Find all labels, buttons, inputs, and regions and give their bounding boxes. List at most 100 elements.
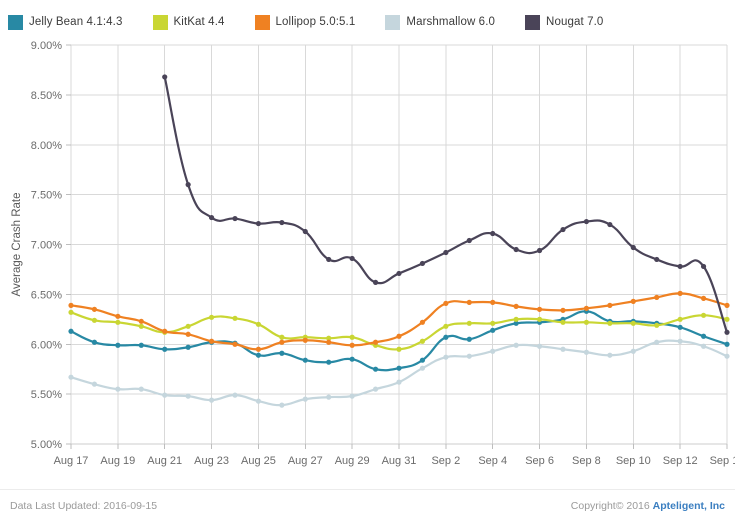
series-data-point[interactable] xyxy=(467,321,472,326)
series-data-point[interactable] xyxy=(279,403,284,408)
series-data-point[interactable] xyxy=(396,271,401,276)
series-data-point[interactable] xyxy=(607,303,612,308)
legend-item-3[interactable]: Marshmallow 6.0 xyxy=(385,15,495,30)
legend-item-4[interactable]: Nougat 7.0 xyxy=(525,15,603,30)
series-data-point[interactable] xyxy=(678,264,683,269)
series-data-point[interactable] xyxy=(396,380,401,385)
series-data-point[interactable] xyxy=(232,316,237,321)
series-data-point[interactable] xyxy=(209,398,214,403)
series-data-point[interactable] xyxy=(115,387,120,392)
series-data-point[interactable] xyxy=(537,248,542,253)
series-data-point[interactable] xyxy=(326,340,331,345)
series-data-point[interactable] xyxy=(678,291,683,296)
series-data-point[interactable] xyxy=(396,334,401,339)
series-data-point[interactable] xyxy=(631,245,636,250)
series-data-point[interactable] xyxy=(467,337,472,342)
series-data-point[interactable] xyxy=(701,313,706,318)
series-data-point[interactable] xyxy=(232,393,237,398)
series-data-point[interactable] xyxy=(443,324,448,329)
series-data-point[interactable] xyxy=(92,318,97,323)
series-data-point[interactable] xyxy=(186,324,191,329)
series-data-point[interactable] xyxy=(303,397,308,402)
series-data-point[interactable] xyxy=(420,261,425,266)
series-data-point[interactable] xyxy=(186,394,191,399)
line-chart[interactable]: 5.00%5.50%6.00%6.50%7.00%7.50%8.00%8.50%… xyxy=(0,34,735,489)
series-data-point[interactable] xyxy=(186,182,191,187)
series-data-point[interactable] xyxy=(162,347,167,352)
series-data-point[interactable] xyxy=(350,335,355,340)
series-data-point[interactable] xyxy=(326,395,331,400)
series-data-point[interactable] xyxy=(115,320,120,325)
series-data-point[interactable] xyxy=(115,314,120,319)
series-data-point[interactable] xyxy=(209,339,214,344)
series-data-point[interactable] xyxy=(701,264,706,269)
series-data-point[interactable] xyxy=(139,343,144,348)
series-data-point[interactable] xyxy=(139,324,144,329)
series-data-point[interactable] xyxy=(256,353,261,358)
series-data-point[interactable] xyxy=(373,340,378,345)
series-data-point[interactable] xyxy=(560,308,565,313)
legend-item-1[interactable]: KitKat 4.4 xyxy=(153,15,225,30)
series-data-point[interactable] xyxy=(256,347,261,352)
series-data-point[interactable] xyxy=(232,216,237,221)
series-data-point[interactable] xyxy=(443,355,448,360)
series-data-point[interactable] xyxy=(92,382,97,387)
series-data-point[interactable] xyxy=(139,387,144,392)
series-data-point[interactable] xyxy=(279,335,284,340)
series-data-point[interactable] xyxy=(420,320,425,325)
series-data-point[interactable] xyxy=(68,329,73,334)
series-data-point[interactable] xyxy=(443,250,448,255)
series-data-point[interactable] xyxy=(584,350,589,355)
series-data-point[interactable] xyxy=(139,319,144,324)
series-data-point[interactable] xyxy=(584,320,589,325)
series-data-point[interactable] xyxy=(420,339,425,344)
series-data-point[interactable] xyxy=(396,347,401,352)
series-data-point[interactable] xyxy=(68,375,73,380)
series-data-point[interactable] xyxy=(654,340,659,345)
series-data-point[interactable] xyxy=(373,280,378,285)
series-data-point[interactable] xyxy=(68,310,73,315)
series-data-point[interactable] xyxy=(607,321,612,326)
series-data-point[interactable] xyxy=(631,299,636,304)
series-data-point[interactable] xyxy=(490,300,495,305)
series-data-point[interactable] xyxy=(303,229,308,234)
series-data-point[interactable] xyxy=(584,306,589,311)
series-data-point[interactable] xyxy=(303,338,308,343)
series-data-point[interactable] xyxy=(443,335,448,340)
series-data-point[interactable] xyxy=(350,256,355,261)
series-data-point[interactable] xyxy=(443,301,448,306)
series-data-point[interactable] xyxy=(279,351,284,356)
series-data-point[interactable] xyxy=(678,325,683,330)
series-data-point[interactable] xyxy=(326,257,331,262)
series-data-point[interactable] xyxy=(607,353,612,358)
brand-link[interactable]: Apteligent, Inc xyxy=(653,500,725,512)
series-data-point[interactable] xyxy=(467,354,472,359)
series-data-point[interactable] xyxy=(350,343,355,348)
series-data-point[interactable] xyxy=(186,345,191,350)
series-data-point[interactable] xyxy=(279,220,284,225)
series-data-point[interactable] xyxy=(560,347,565,352)
series-data-point[interactable] xyxy=(514,304,519,309)
series-data-point[interactable] xyxy=(631,349,636,354)
series-data-point[interactable] xyxy=(537,344,542,349)
series-data-point[interactable] xyxy=(186,332,191,337)
series-data-point[interactable] xyxy=(396,366,401,371)
series-data-point[interactable] xyxy=(654,257,659,262)
series-data-point[interactable] xyxy=(350,357,355,362)
series-data-point[interactable] xyxy=(350,394,355,399)
series-data-point[interactable] xyxy=(490,328,495,333)
series-data-point[interactable] xyxy=(631,321,636,326)
series-data-point[interactable] xyxy=(584,219,589,224)
series-data-point[interactable] xyxy=(326,360,331,365)
series-data-point[interactable] xyxy=(724,354,729,359)
series-data-point[interactable] xyxy=(514,343,519,348)
series-data-point[interactable] xyxy=(209,315,214,320)
series-data-point[interactable] xyxy=(256,221,261,226)
series-data-point[interactable] xyxy=(490,349,495,354)
series-data-point[interactable] xyxy=(209,215,214,220)
series-data-point[interactable] xyxy=(607,222,612,227)
legend-item-0[interactable]: Jelly Bean 4.1:4.3 xyxy=(8,15,123,30)
series-data-point[interactable] xyxy=(162,329,167,334)
series-data-point[interactable] xyxy=(654,323,659,328)
series-data-point[interactable] xyxy=(256,322,261,327)
